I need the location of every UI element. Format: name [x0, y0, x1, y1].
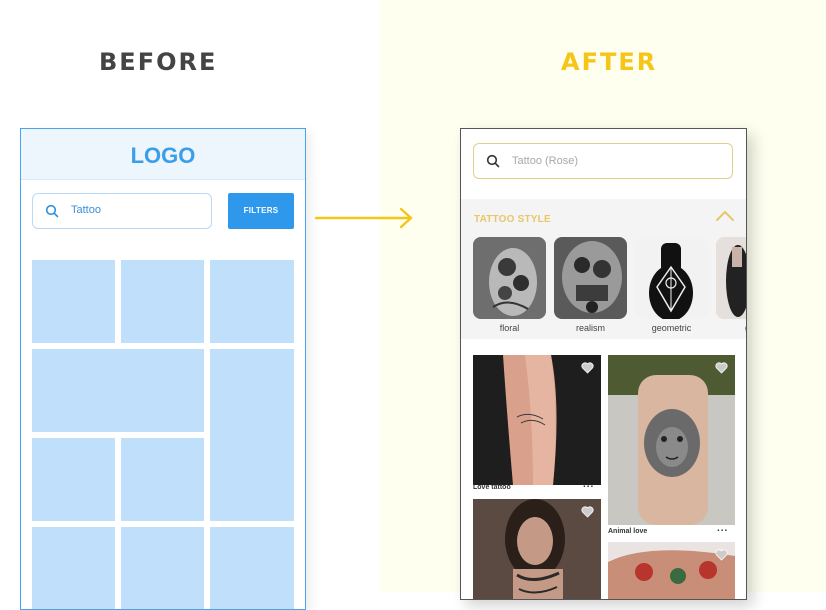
placeholder-tile	[121, 260, 204, 343]
heart-icon[interactable]	[715, 361, 728, 379]
style-label: realism	[575, 323, 605, 333]
style-card-floral[interactable]	[473, 237, 546, 319]
style-card-realism[interactable]	[554, 237, 627, 319]
tattoo-style-panel: TATTOO STYLE floral realism geometric	[461, 199, 746, 339]
placeholder-tile	[210, 349, 294, 521]
before-heading: BEFORE	[99, 48, 218, 76]
heart-icon[interactable]	[581, 505, 594, 523]
logo: LOGO	[21, 129, 305, 180]
feed-card-caption: Love tattoo	[473, 484, 511, 491]
style-label: floral	[499, 323, 520, 333]
feed-card-caption: Animal love	[608, 528, 648, 535]
before-search-value: Tattoo	[71, 204, 101, 216]
more-options-icon[interactable]: ...	[583, 479, 594, 490]
filters-button[interactable]: FILTERS	[228, 193, 294, 229]
heart-icon[interactable]	[581, 361, 594, 379]
tattoo-style-title: TATTOO STYLE	[474, 214, 551, 225]
style-card-geo[interactable]	[716, 237, 746, 319]
feed-card-animal-love[interactable]	[608, 355, 735, 525]
more-options-icon[interactable]: ...	[717, 523, 728, 534]
style-label: geo	[716, 323, 746, 333]
search-icon	[486, 154, 500, 173]
placeholder-tile	[210, 260, 294, 343]
placeholder-tile	[32, 349, 204, 432]
feed-card-portrait[interactable]	[473, 499, 601, 599]
chevron-up-icon[interactable]	[715, 209, 735, 227]
placeholder-tile	[121, 527, 204, 609]
search-placeholder: Tattoo (Rose)	[512, 155, 579, 167]
search-icon	[45, 204, 59, 223]
after-heading: AFTER	[561, 48, 658, 76]
heart-icon[interactable]	[715, 548, 728, 566]
transition-arrow-icon	[314, 206, 416, 235]
placeholder-tile	[210, 527, 294, 609]
placeholder-tile	[32, 260, 115, 343]
style-label: geometric	[651, 323, 692, 333]
feed-card-hands[interactable]	[608, 542, 735, 599]
placeholder-tile	[121, 438, 204, 521]
after-search-input[interactable]: Tattoo (Rose)	[473, 143, 733, 179]
style-card-geometric[interactable]	[635, 237, 708, 319]
placeholder-tile	[32, 438, 115, 521]
after-phone-mockup: Tattoo (Rose) TATTOO STYLE floral realis…	[460, 128, 747, 600]
feed-card-love-tattoo[interactable]	[473, 355, 601, 485]
placeholder-tile	[32, 527, 115, 609]
before-search-input[interactable]: Tattoo	[32, 193, 212, 229]
before-phone-mockup: LOGO Tattoo FILTERS	[20, 128, 306, 610]
